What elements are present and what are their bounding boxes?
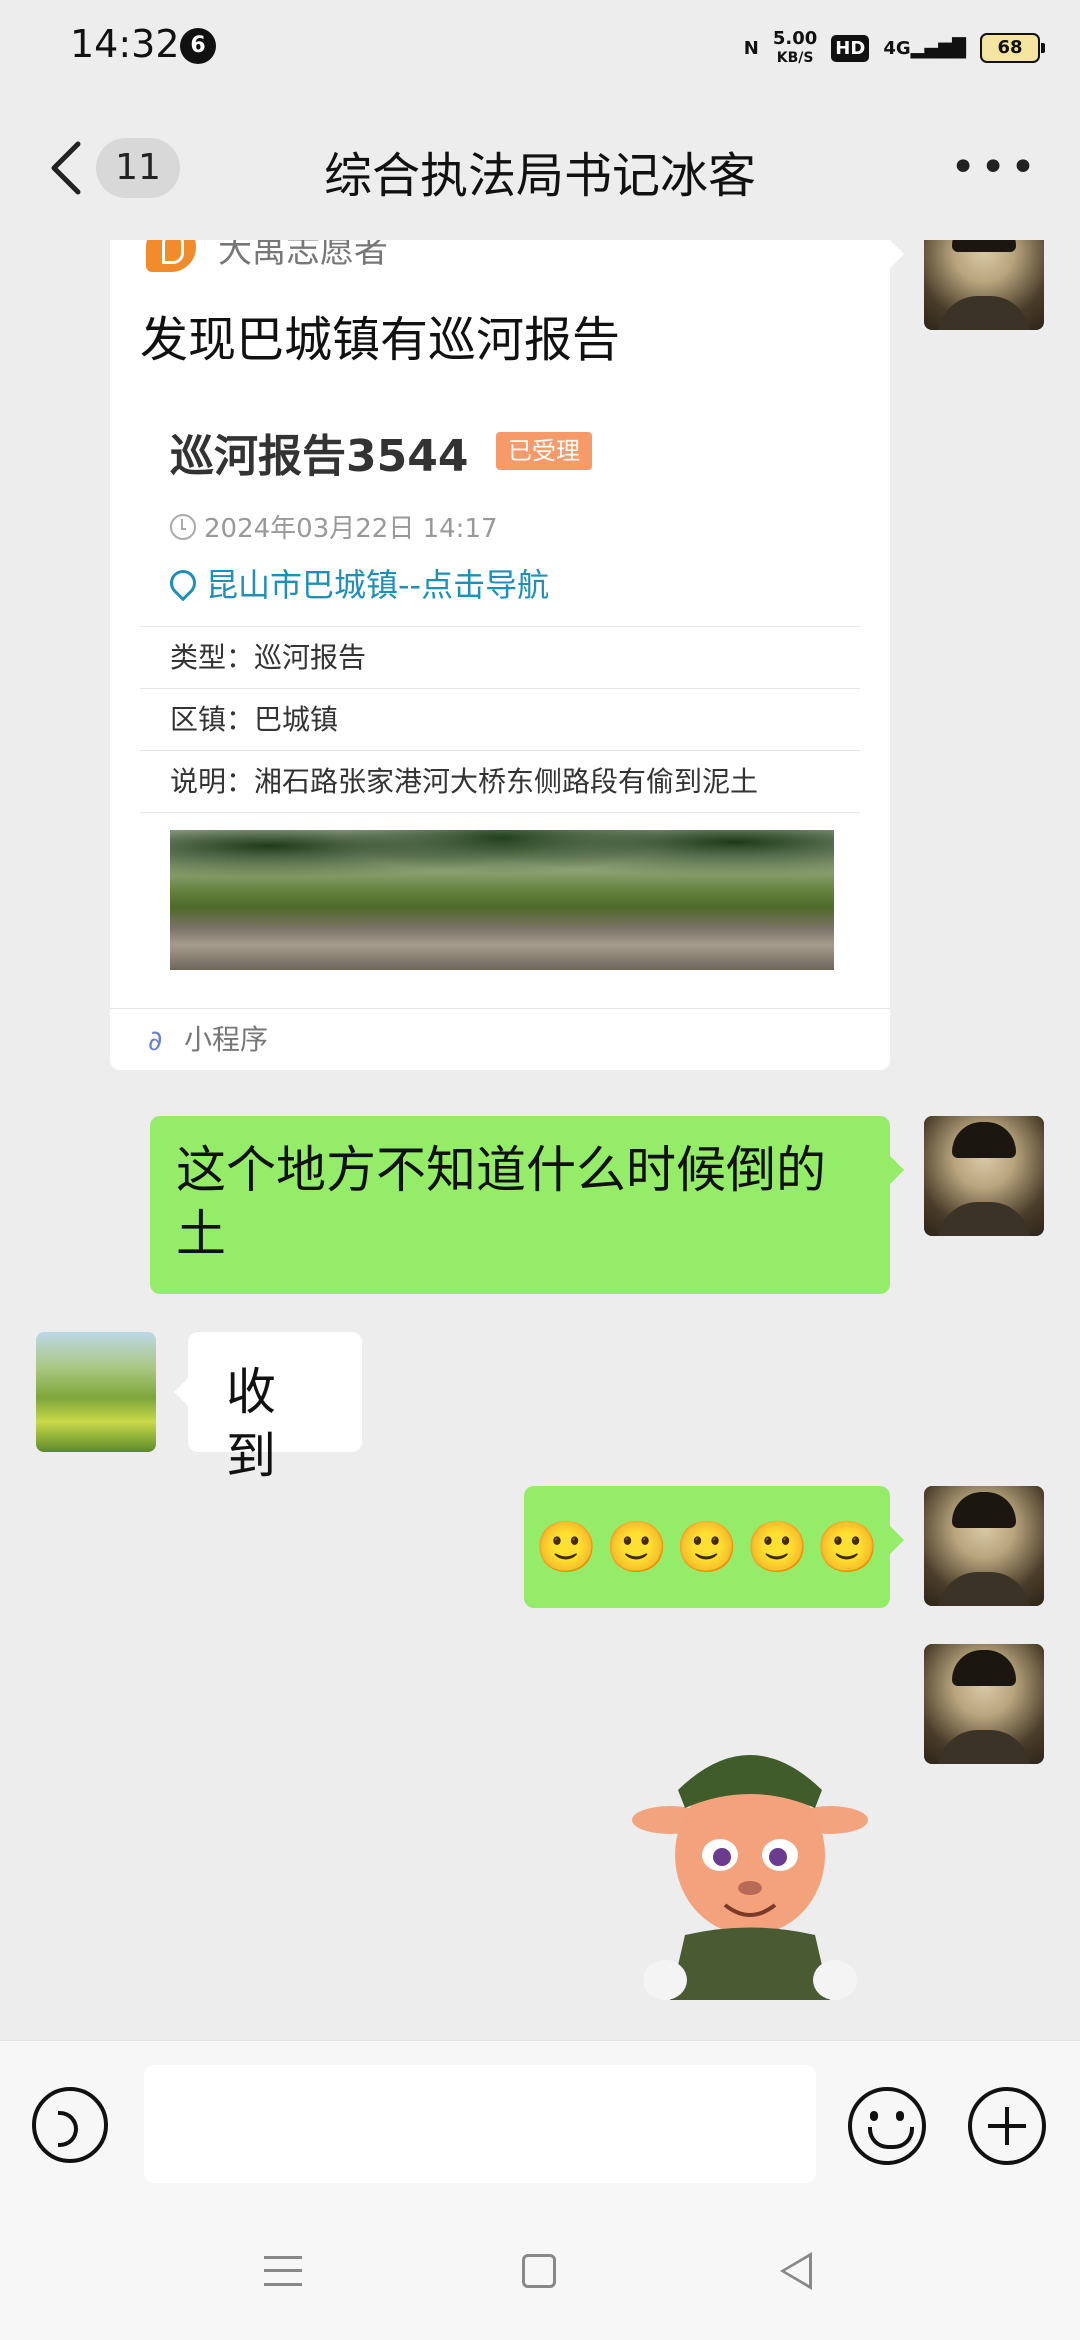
message-input[interactable]: [144, 2065, 816, 2183]
avatar[interactable]: [924, 240, 1044, 330]
signal-icon: 4G▂▄▆█: [883, 37, 966, 59]
plus-icon[interactable]: [968, 2087, 1046, 2165]
card-source: 大禹志愿者: [146, 240, 388, 272]
system-nav-bar: [0, 2190, 1080, 2340]
status-icons: N 5.00 KB/S HD 4G▂▄▆█ 68: [743, 24, 1045, 72]
report-name: 巡河报告3544: [170, 431, 469, 482]
emoji-icon: 🙂: [746, 1518, 809, 1576]
report-location-link[interactable]: 昆山市巴城镇--点击导航: [164, 560, 549, 606]
card-field-district: 区镇：巴城镇: [140, 688, 860, 750]
emoji-row: 🙂 🙂 🙂 🙂 🙂: [524, 1486, 890, 1608]
report-location-text[interactable]: 昆山市巴城镇--点击导航: [206, 560, 549, 606]
nfc-icon: N: [743, 37, 759, 59]
home-icon[interactable]: [522, 2254, 556, 2288]
report-photo[interactable]: [170, 830, 834, 970]
hd-icon: HD: [831, 34, 870, 62]
report-time: 2024年03月22日 14:17: [170, 508, 498, 545]
message-list[interactable]: 大禹志愿者 发现巴城镇有巡河报告 巡河报告3544 已受理 2024年03月22…: [0, 240, 1080, 2040]
net-speed-value: 5.00: [772, 27, 818, 49]
status-time: 14:32: [70, 22, 180, 66]
message-text: 收到: [226, 1363, 276, 1485]
message-bubble[interactable]: 🙂 🙂 🙂 🙂 🙂: [524, 1486, 904, 1608]
emoji-icon: 🙂: [675, 1518, 739, 1576]
net-speed: 5.00 KB/S: [772, 27, 818, 67]
card-field-description: 说明：湘石路张家港河大桥东侧路段有偷到泥土: [140, 750, 860, 812]
mini-program-label: 小程序: [184, 1023, 269, 1056]
emoji-icon[interactable]: [848, 2087, 926, 2165]
card-footer: ∂ 小程序: [110, 1008, 890, 1071]
card-field-type: 类型：巡河报告: [140, 626, 860, 688]
avatar[interactable]: [36, 1332, 156, 1452]
voice-icon[interactable]: [32, 2087, 108, 2163]
back-triangle-icon[interactable]: [780, 2252, 812, 2290]
report-status-badge: 已受理: [496, 432, 592, 470]
report-time-text: 2024年03月22日 14:17: [204, 514, 498, 544]
card-title: 发现巴城镇有巡河报告: [140, 312, 621, 368]
message-bubble[interactable]: 收到: [174, 1332, 362, 1485]
sticker-image[interactable]: [630, 1730, 870, 2000]
avatar[interactable]: [924, 1486, 1044, 1606]
chat-title: 综合执法局书记冰客: [323, 148, 756, 204]
mini-program-icon: ∂: [148, 1024, 163, 1057]
more-icon[interactable]: •••: [950, 146, 1040, 190]
avatar[interactable]: [924, 1116, 1044, 1236]
message-bubble[interactable]: 这个地方不知道什么时候倒的土: [150, 1116, 904, 1294]
menu-icon[interactable]: [264, 2256, 302, 2286]
clock-icon: [170, 513, 196, 540]
network-type: 4G: [883, 37, 911, 59]
input-bar: [0, 2040, 1080, 2191]
battery-icon: 68: [980, 33, 1045, 63]
volunteer-app-icon: [146, 240, 196, 272]
card-source-name: 大禹志愿者: [218, 240, 388, 271]
location-pin-icon: [164, 564, 202, 602]
battery-level: 68: [997, 37, 1023, 58]
emoji-icon: 🙂: [816, 1518, 879, 1576]
message-text: 这个地方不知道什么时候倒的土: [176, 1141, 826, 1263]
chat-header: 11 综合执法局书记冰客 •••: [0, 96, 1080, 240]
notification-count-badge: 6: [180, 28, 216, 64]
emoji-icon: 🙂: [605, 1518, 668, 1576]
emoji-icon: 🙂: [535, 1518, 598, 1576]
status-bar: 14:32 6 N 5.00 KB/S HD 4G▂▄▆█ 68: [0, 0, 1080, 96]
card-divider: [140, 812, 860, 813]
mini-program-card[interactable]: 大禹志愿者 发现巴城镇有巡河报告 巡河报告3544 已受理 2024年03月22…: [110, 240, 904, 1071]
avatar[interactable]: [924, 1644, 1044, 1764]
net-speed-unit: KB/S: [776, 49, 814, 66]
